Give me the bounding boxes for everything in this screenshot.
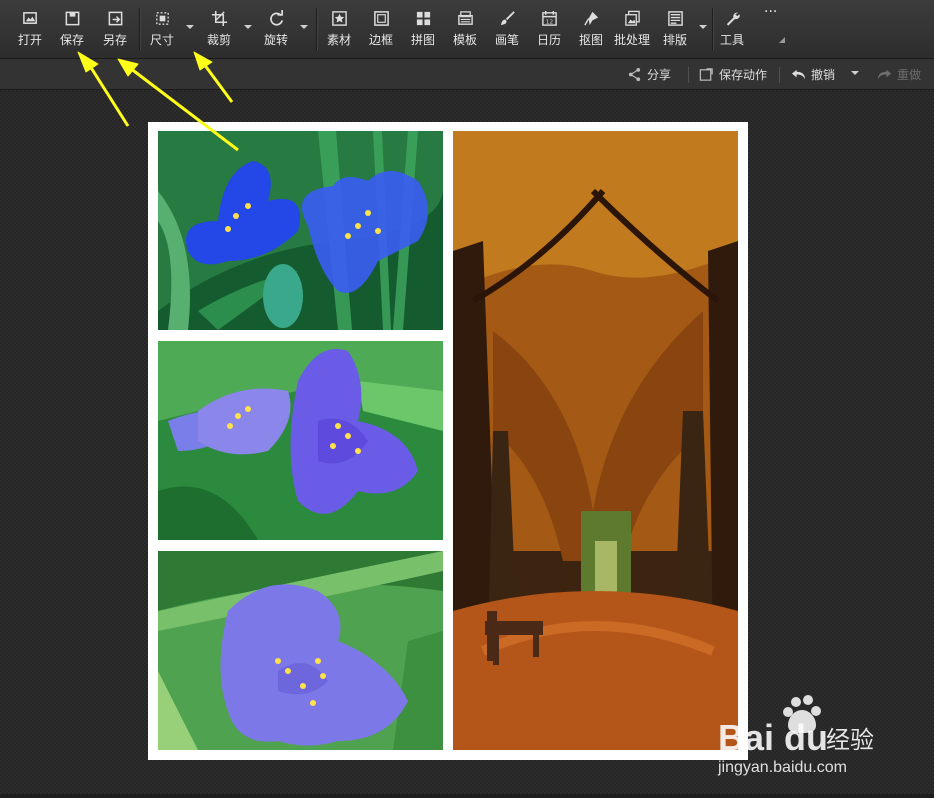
more-button[interactable]: ··· <box>764 4 777 48</box>
layout-dropdown-caret[interactable] <box>699 25 707 29</box>
save-icon <box>62 8 82 28</box>
tools-label: 工具 <box>720 33 745 47</box>
resize-icon <box>152 8 172 28</box>
watermark-brand: Bai du <box>718 717 828 758</box>
template-icon <box>455 8 475 28</box>
status-strip <box>0 794 934 798</box>
template-button[interactable]: 模板 <box>453 8 477 52</box>
save-as-icon <box>105 8 125 28</box>
undo-icon <box>791 69 806 80</box>
save-label: 保存 <box>60 33 85 47</box>
batch-button[interactable]: 批处理 <box>614 8 650 52</box>
collage-button[interactable]: 拼图 <box>411 8 435 52</box>
collage-label: 拼图 <box>411 33 436 47</box>
border-button[interactable]: 边框 <box>369 8 393 52</box>
save-button[interactable]: 保存 <box>60 8 84 52</box>
tools-icon <box>722 8 742 28</box>
brush-icon <box>497 8 517 28</box>
share-icon <box>628 67 641 82</box>
share-button[interactable]: 分享 <box>627 66 671 83</box>
open-button[interactable]: 打开 <box>18 8 42 52</box>
watermark-url: jingyan.baidu.com <box>717 759 847 776</box>
cutout-label: 抠图 <box>579 33 604 47</box>
rotate-label: 旋转 <box>264 33 289 47</box>
brush-button[interactable]: 画笔 <box>495 8 519 52</box>
resize-button[interactable]: 尺寸 <box>150 8 174 52</box>
watermark-cn: 经验 <box>826 726 874 754</box>
undo-dropdown-caret[interactable] <box>851 71 859 75</box>
material-button[interactable]: 素材 <box>327 8 351 52</box>
undo-label: 撤销 <box>811 68 836 82</box>
save-action-label: 保存动作 <box>719 68 768 82</box>
border-icon <box>371 8 391 28</box>
layout-icon <box>665 8 685 28</box>
toolbar-divider <box>712 8 714 50</box>
save-as-label: 另存 <box>103 33 128 47</box>
tools-button[interactable]: 工具 <box>720 8 744 52</box>
rotate-icon <box>266 8 286 28</box>
redo-label: 重做 <box>897 68 922 82</box>
open-label: 打开 <box>18 33 43 47</box>
calendar-label: 日历 <box>537 33 562 47</box>
calendar-button[interactable]: 12 日历 <box>537 8 561 52</box>
crop-icon <box>209 8 229 28</box>
toolbar-divider <box>316 8 318 50</box>
share-label: 分享 <box>647 68 672 82</box>
batch-label: 批处理 <box>614 33 651 47</box>
save-action-button[interactable]: 保存动作 <box>699 66 767 83</box>
material-label: 素材 <box>327 33 352 47</box>
save-as-button[interactable]: 另存 <box>103 8 127 52</box>
resize-dropdown-caret[interactable] <box>186 25 194 29</box>
subbar-divider <box>779 67 780 83</box>
undo-button[interactable]: 撤销 <box>791 66 835 83</box>
more-icon: ··· <box>764 4 778 20</box>
collage-photo-purple-flowers[interactable] <box>158 341 443 540</box>
brush-label: 画笔 <box>495 33 520 47</box>
toolbar-expand-corner[interactable] <box>779 37 785 43</box>
rotate-dropdown-caret[interactable] <box>300 25 308 29</box>
baidu-jingyan-watermark: Bai du 经验 jingyan.baidu.com <box>716 694 886 778</box>
redo-button[interactable]: 重做 <box>877 66 921 83</box>
save-action-icon <box>699 68 713 81</box>
redo-icon <box>877 69 892 80</box>
crop-dropdown-caret[interactable] <box>244 25 252 29</box>
template-label: 模板 <box>453 33 478 47</box>
collage-icon <box>413 8 433 28</box>
svg-text:12: 12 <box>545 19 553 25</box>
cutout-icon <box>581 8 601 28</box>
collage-photo-violet-flower[interactable] <box>158 551 443 750</box>
action-bar: 分享 保存动作 撤销 重做 <box>0 59 934 90</box>
rotate-button[interactable]: 旋转 <box>264 8 288 52</box>
calendar-icon: 12 <box>539 8 559 28</box>
cutout-button[interactable]: 抠图 <box>579 8 603 52</box>
crop-button[interactable]: 裁剪 <box>207 8 231 52</box>
toolbar-divider <box>139 8 141 50</box>
layout-label: 排版 <box>663 33 688 47</box>
layout-button[interactable]: 排版 <box>663 8 687 52</box>
crop-label: 裁剪 <box>207 33 232 47</box>
open-image-icon <box>20 8 40 28</box>
batch-icon <box>622 8 642 28</box>
main-toolbar: 打开 保存 另存 尺寸 裁剪 旋转 素材 边框 拼图 模板 画笔 12 日历 抠… <box>0 0 934 59</box>
collage-photo-autumn-avenue[interactable] <box>453 131 738 750</box>
resize-label: 尺寸 <box>150 33 175 47</box>
material-icon <box>329 8 349 28</box>
border-label: 边框 <box>369 33 394 47</box>
subbar-divider <box>688 67 689 83</box>
collage-photo-blue-flowers[interactable] <box>158 131 443 330</box>
